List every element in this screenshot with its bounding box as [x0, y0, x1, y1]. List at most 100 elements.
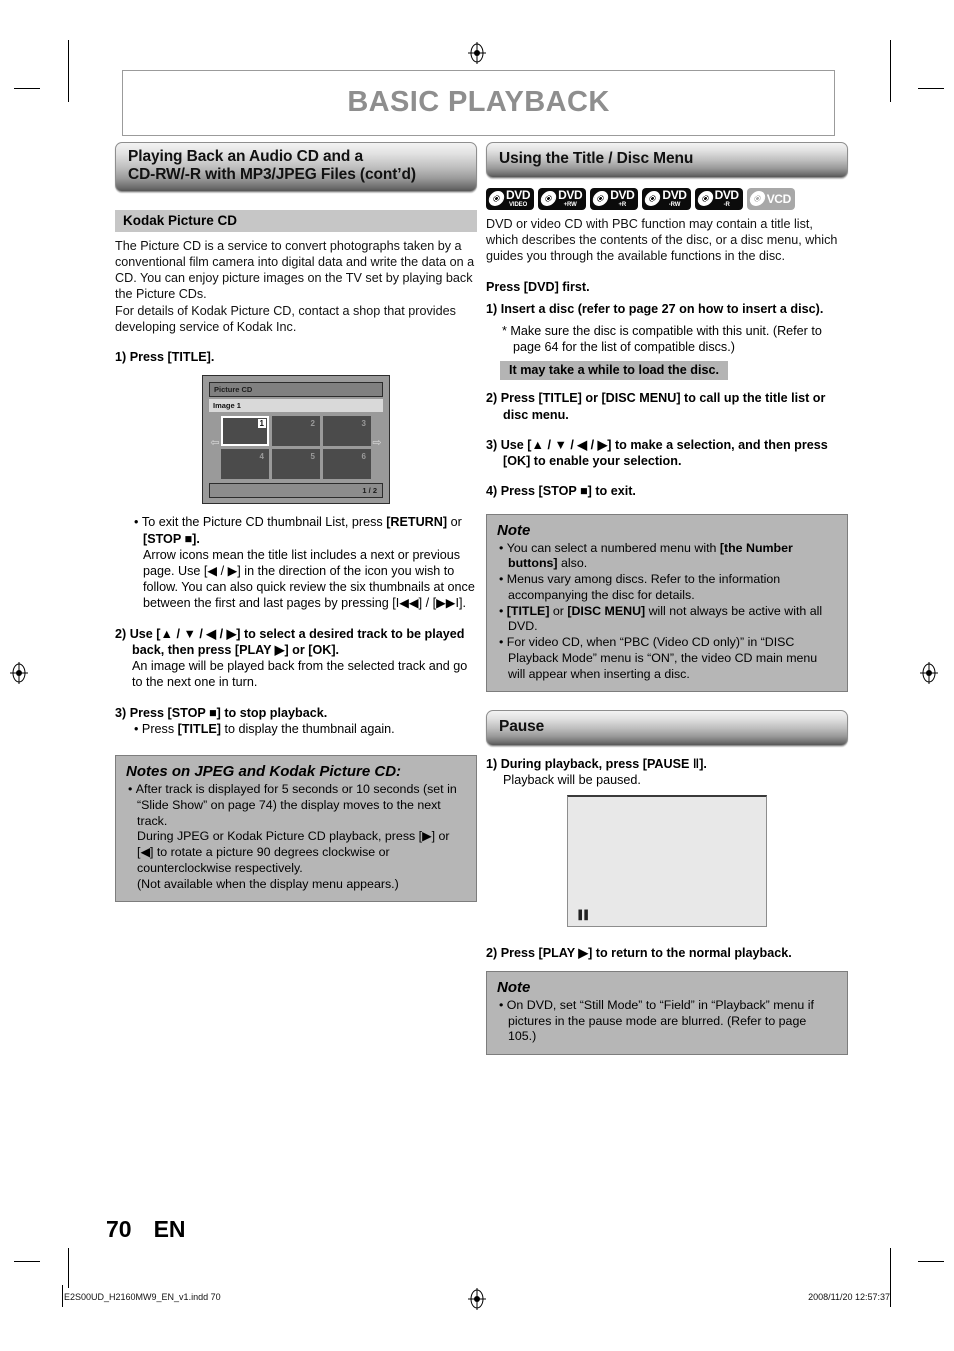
pause-section-header-text: Pause	[499, 718, 545, 736]
disc-badge-name: DVD	[662, 188, 687, 203]
section-header-playing-back: Playing Back an Audio CD and a CD-RW/-R …	[115, 142, 477, 192]
registration-mark-bottom	[468, 1288, 486, 1310]
crop-mark-right-h-bottom	[918, 1261, 944, 1262]
notes-jpeg-kodak-box: Notes on JPEG and Kodak Picture CD: • Af…	[115, 755, 477, 903]
pause-note-title: Note	[497, 978, 531, 996]
manual-page: BASIC PLAYBACK Playing Back an Audio CD …	[0, 0, 954, 1351]
left-step-3: 3) Press [STOP ■] to stop playback.	[115, 705, 328, 720]
disc-badge-name: DVD	[610, 188, 635, 203]
note-bullet-menus-vary: • Menus vary among discs. Refer to the i…	[497, 572, 837, 604]
page-number-block: 70 EN	[106, 1216, 186, 1243]
disc-icon	[487, 191, 506, 207]
left-step-3-bullet: • Press [TITLE] to display the thumbnail…	[115, 721, 477, 737]
right-step-1-note: * Make sure the disc is compatible with …	[502, 323, 822, 355]
step3-bullet-text-2: to display the thumbnail again.	[221, 721, 395, 736]
section-header-title-disc-menu: Using the Title / Disc Menu	[486, 142, 848, 178]
crop-mark-bottom-right-v	[890, 1248, 891, 1288]
screen-subtitle-bar: Image 1	[209, 399, 383, 413]
disc-badge-vcd: VCD	[746, 187, 795, 210]
screen-right-arrow-col: ⇨	[371, 438, 383, 453]
step3-bullet-key-title: [TITLE]	[177, 721, 221, 736]
right-step-4: 4) Press [STOP ■] to exit.	[486, 484, 636, 499]
language-code: EN	[153, 1216, 186, 1242]
bullet-dot: •	[134, 515, 142, 530]
thumbnail-item[interactable]: 4	[221, 449, 269, 480]
left-bullet-exit: • To exit the Picture CD thumbnail List,…	[115, 514, 477, 546]
load-disc-highlight: It may take a while to load the disc.	[500, 361, 728, 381]
thumbnail-number: 1	[257, 419, 266, 429]
pause-icon: ▐▐	[575, 910, 588, 921]
notes-jpeg-paragraph-3: (Not available when the display menu app…	[137, 876, 399, 891]
crop-mark-top-left-v	[68, 40, 69, 102]
disc-badge-sub: -R	[723, 202, 730, 209]
section-header-pause: Pause	[486, 710, 848, 747]
page-number: 70	[106, 1216, 132, 1242]
disc-icon	[748, 191, 767, 207]
pause-screen: ▐▐	[567, 794, 767, 927]
disc-badge-label: VCD	[767, 193, 792, 205]
bullet-dot: •	[134, 721, 142, 736]
disc-icon	[695, 191, 715, 207]
bullet-exit-text-2: or	[447, 515, 462, 530]
thumbnail-item[interactable]: 6	[323, 449, 371, 480]
thumbnail-number: 4	[259, 452, 264, 462]
right-step-1: 1) Insert a disc (refer to page 27 on ho…	[486, 301, 824, 316]
notes-jpeg-kodak-title: Notes on JPEG and Kodak Picture CD:	[126, 763, 402, 781]
note-box-title-disc-menu: Note • You can select a numbered menu wi…	[486, 513, 848, 693]
thumbnail-grid: 1 2 3 4 5 6	[221, 416, 371, 480]
disc-badge-name: DVD	[558, 188, 583, 203]
page-title: BASIC PLAYBACK	[347, 86, 610, 118]
bullet-dot: •	[128, 782, 136, 797]
note-bullet-number-buttons: • You can select a numbered menu with [t…	[497, 541, 837, 573]
thumbnail-item[interactable]: 2	[272, 416, 320, 447]
thumbnail-number: 6	[361, 452, 366, 462]
note-box-pause: Note • On DVD, set “Still Mode” to “Fiel…	[486, 970, 848, 1056]
crop-mark-left-h-bottom	[14, 1261, 40, 1262]
disc-badge-dvd-minus-r: DVD -R	[694, 187, 743, 210]
crop-mark-right-h	[918, 88, 944, 89]
right-column: Using the Title / Disc Menu DVD VIDEO DV…	[486, 142, 848, 1056]
disc-icon	[539, 191, 558, 207]
notes-jpeg-paragraph-2: During JPEG or Kodak Picture CD playback…	[137, 829, 450, 875]
disc-type-badge-list: DVD VIDEO DVD +RW DVD +R DVD -RW DVD -R …	[486, 187, 848, 210]
section-header-line-1: Playing Back an Audio CD and a	[128, 148, 364, 165]
title-disc-menu-intro: DVD or video CD with PBC function may co…	[486, 216, 838, 264]
footer-file-name: E2S00UD_H2160MW9_EN_v1.indd 70	[64, 1292, 221, 1302]
left-step-2-body: An image will be played back from the se…	[132, 659, 468, 690]
footer-tick-right	[890, 1285, 891, 1307]
load-disc-highlight-wrap: It may take a while to load the disc.	[486, 361, 848, 381]
thumbnail-item[interactable]: 3	[323, 416, 371, 447]
crop-mark-left-h	[14, 88, 40, 89]
bullet-exit-key-stop: [STOP ■].	[143, 531, 200, 546]
right-arrow-icon[interactable]: ⇨	[372, 438, 381, 449]
note-b1-text-2: also.	[557, 556, 588, 571]
screen-title-bar: Picture CD	[209, 382, 383, 398]
bullet-dot: •	[499, 603, 507, 618]
thumbnail-number: 5	[310, 452, 315, 462]
left-column: Playing Back an Audio CD and a CD-RW/-R …	[115, 142, 477, 903]
screen-page-indicator: 1 / 2	[209, 483, 383, 499]
registration-mark-left	[10, 662, 28, 684]
right-step-3: 3) Use [▲ / ▼ / ◀ / ▶] to make a selecti…	[486, 437, 828, 469]
notes-jpeg-bullet-1: • After track is displayed for 5 seconds…	[126, 782, 466, 829]
footer-tick-left	[62, 1285, 63, 1307]
disc-badge-sub: +R	[618, 202, 627, 209]
note-title: Note	[497, 521, 531, 539]
left-arrow-icon[interactable]: ⇦	[210, 438, 219, 449]
thumbnail-number: 2	[310, 419, 315, 429]
note-bullet-video-cd-pbc: • For video CD, when “PBC (Video CD only…	[497, 635, 837, 682]
disc-badge-dvd-minus-rw: DVD -RW	[642, 187, 691, 210]
disc-badge-dvd-plus-rw: DVD +RW	[538, 187, 587, 210]
disc-icon	[591, 191, 610, 207]
disc-badge-sub: -RW	[668, 202, 681, 209]
disc-badge-sub: +RW	[563, 202, 577, 209]
disc-badge-label: DVD VIDEO	[506, 189, 531, 209]
thumbnail-item[interactable]: 1	[221, 416, 269, 447]
bullet-dot: •	[499, 540, 507, 555]
disc-badge-sub: VIDEO	[508, 202, 528, 209]
bullet-exit-text-1: To exit the Picture CD thumbnail List, p…	[141, 515, 387, 530]
screen-left-arrow-col: ⇦	[209, 438, 221, 453]
disc-badge-label: DVD -RW	[662, 188, 687, 209]
note-b3-text-1: or	[549, 603, 568, 618]
thumbnail-item[interactable]: 5	[272, 449, 320, 480]
